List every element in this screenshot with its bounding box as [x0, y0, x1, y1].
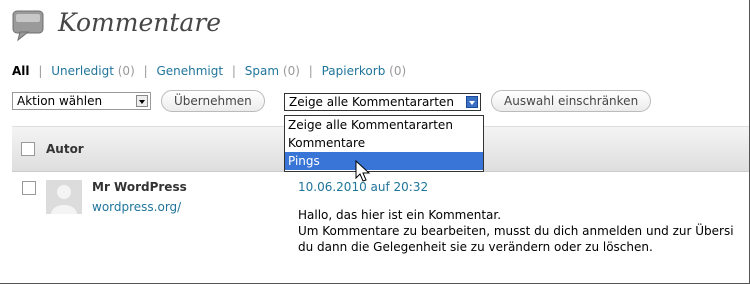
filter-papierkorb[interactable]: Papierkorb [322, 64, 386, 78]
comment-text: Hallo, das hier ist ein Kommentar. Um Ko… [298, 207, 734, 255]
comment-text-line: Hallo, das hier ist ein Kommentar. [298, 208, 502, 222]
bulk-action-select-value: Aktion wählen [17, 94, 103, 108]
comment-text-line: du dann die Gelegenheit sie zu verändern… [298, 240, 653, 254]
filter-spam-count: (0) [282, 64, 300, 78]
avatar-placeholder-icon [51, 185, 77, 214]
chevron-down-icon[interactable] [466, 96, 478, 108]
comment-type-select-value: Zeige alle Kommentararten [289, 95, 454, 109]
filter-button[interactable]: Auswahl einschränken [491, 90, 652, 112]
comment-type-select[interactable]: Zeige alle Kommentararten [284, 93, 481, 111]
dropdown-option-kommentare[interactable]: Kommentare [285, 134, 483, 152]
dropdown-option-pings[interactable]: Pings [285, 152, 483, 170]
bulk-action-select[interactable]: Aktion wählen [12, 92, 151, 110]
comments-icon [12, 10, 44, 42]
filter-spam[interactable]: Spam [245, 64, 279, 78]
filter-unerledigt[interactable]: Unerledigt [51, 64, 114, 78]
page-title: Kommentare [58, 8, 222, 37]
row-checkbox[interactable] [22, 181, 36, 195]
comment-author-name: Mr WordPress [92, 180, 187, 194]
comment-type-dropdown: Zeige alle Kommentararten Kommentare Pin… [284, 115, 484, 172]
filter-all[interactable]: All [12, 64, 30, 78]
comment-text-line: Um Kommentare zu bearbeiten, musst du di… [298, 224, 734, 238]
chevron-down-icon[interactable] [136, 95, 148, 107]
dropdown-option-all[interactable]: Zeige alle Kommentararten [285, 116, 483, 134]
comment-status-filters: All | Unerledigt (0) | Genehmigt | Spam … [12, 64, 407, 78]
avatar [46, 180, 82, 214]
apply-button[interactable]: Übernehmen [161, 90, 265, 112]
mouse-pointer-icon [355, 160, 371, 182]
comment-author-url[interactable]: wordpress.org/ [92, 200, 181, 214]
column-author[interactable]: Autor [46, 142, 84, 156]
filter-unerledigt-count: (0) [117, 64, 135, 78]
filter-papierkorb-count: (0) [389, 64, 407, 78]
filter-genehmigt[interactable]: Genehmigt [156, 64, 223, 78]
select-all-checkbox[interactable] [21, 142, 35, 156]
